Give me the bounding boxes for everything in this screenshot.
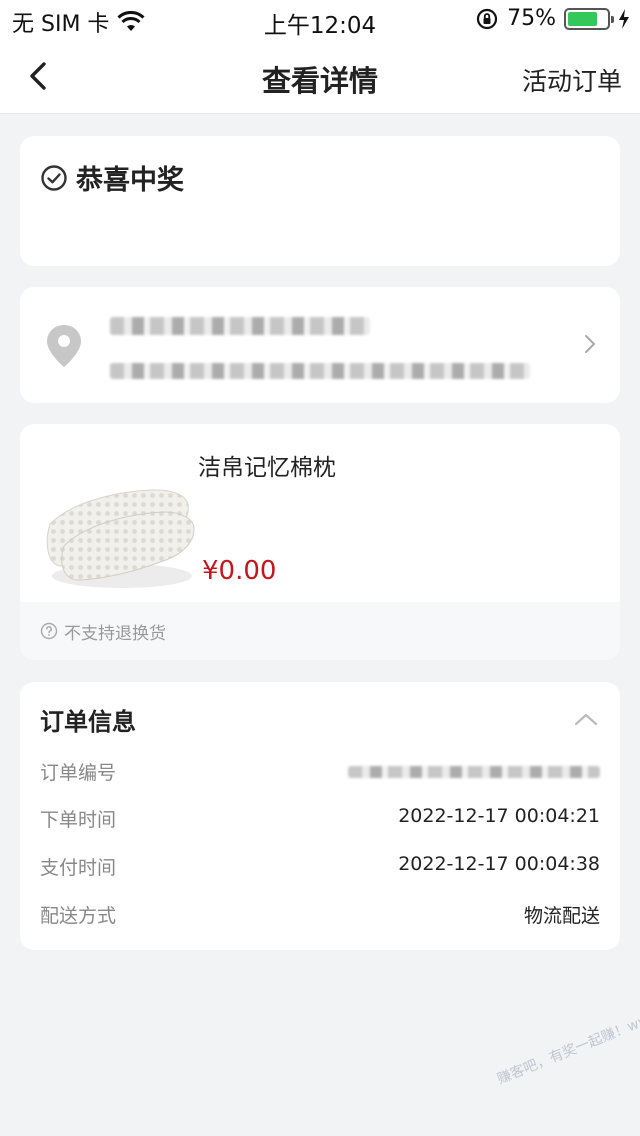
address-blurred xyxy=(110,363,530,379)
nav-bar: 查看详情 活动订单 xyxy=(0,40,640,114)
payment-time-value: 2022-12-17 00:04:38 xyxy=(398,853,600,875)
product-card[interactable]: 洁帛记忆棉枕 ¥0.00 不支持退换货 xyxy=(20,424,620,660)
order-number-row: 订单编号 xyxy=(40,758,600,788)
check-circle-icon xyxy=(41,164,67,191)
charging-icon xyxy=(619,8,629,29)
return-policy-note: 不支持退换货 xyxy=(20,602,620,660)
status-right: 75% xyxy=(475,6,630,31)
battery-icon xyxy=(564,7,614,30)
chevron-right-icon[interactable] xyxy=(582,333,598,355)
battery-percent: 75% xyxy=(507,6,556,31)
order-time-row: 下单时间 2022-12-17 00:04:21 xyxy=(40,805,600,835)
pillow-product-image xyxy=(46,489,195,588)
order-info-title: 订单信息 xyxy=(40,708,136,736)
payment-time-row: 支付时间 2022-12-17 00:04:38 xyxy=(40,853,600,883)
prize-status-heading: 恭喜中奖 xyxy=(40,158,184,197)
delivery-method-row: 配送方式 物流配送 xyxy=(40,901,600,931)
product-name: 洁帛记忆棉枕 xyxy=(198,455,336,481)
battery-fill xyxy=(568,11,597,26)
product-price: ¥0.00 xyxy=(202,556,277,586)
return-policy-text: 不支持退换货 xyxy=(64,623,166,644)
chevron-up-icon[interactable] xyxy=(574,712,598,726)
order-number-label: 订单编号 xyxy=(40,762,117,784)
location-pin-icon xyxy=(47,325,81,367)
status-bar: 无 SIM 卡 上午12:04 75% xyxy=(0,0,640,40)
order-number-blurred xyxy=(348,766,600,778)
question-circle-icon xyxy=(40,622,58,640)
recipient-name-blurred xyxy=(110,317,370,335)
delivery-method-value: 物流配送 xyxy=(523,905,600,927)
activity-orders-link[interactable]: 活动订单 xyxy=(522,62,622,98)
prize-status-text: 恭喜中奖 xyxy=(76,165,184,196)
orientation-lock-icon xyxy=(476,8,498,29)
delivery-method-label: 配送方式 xyxy=(40,905,117,927)
payment-time-label: 支付时间 xyxy=(40,857,117,879)
order-info-card: 订单信息 订单编号 下单时间 2022-12-17 00:04:21 支付时间 … xyxy=(20,682,620,950)
address-card[interactable] xyxy=(20,287,620,403)
order-time-label: 下单时间 xyxy=(40,809,117,831)
watermark: 赚客吧，有奖一起赚！www.zuanke8.com xyxy=(495,971,640,1088)
order-time-value: 2022-12-17 00:04:21 xyxy=(398,805,600,827)
prize-status-card: 恭喜中奖 xyxy=(20,136,620,266)
